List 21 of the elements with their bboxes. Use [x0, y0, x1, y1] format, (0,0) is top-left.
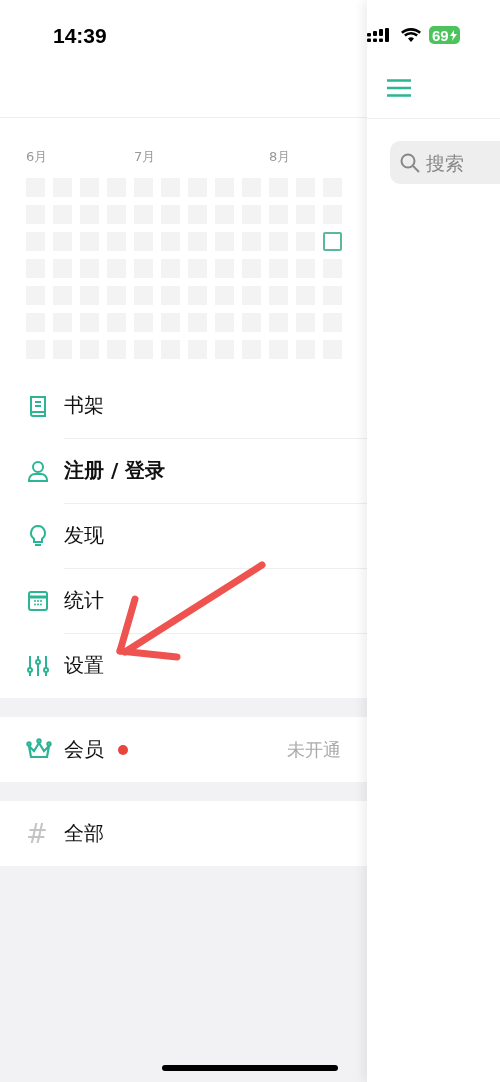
month-label: 7月 — [134, 148, 156, 166]
menu-item[interactable]: 会员 未开通 — [0, 717, 367, 782]
menu-label: 书架 — [64, 391, 104, 419]
search-field[interactable]: 搜索 — [390, 141, 500, 184]
month-label: 6月 — [26, 148, 48, 166]
status-time: 14:39 — [53, 24, 107, 48]
menu-item[interactable]: 设置 — [0, 633, 367, 698]
battery-indicator: 69 — [429, 26, 460, 44]
hash-icon: # — [26, 820, 52, 847]
menu-label: 统计 — [64, 586, 104, 614]
menu-label: 设置 — [64, 652, 104, 679]
month-label: 8月 — [269, 148, 291, 166]
menu-label: 会员 — [64, 736, 104, 763]
sliders-icon — [26, 653, 52, 678]
membership-status: 未开通 — [287, 737, 341, 762]
menu-label: 注册 / 登录 — [64, 456, 166, 484]
menu-label: 发现 — [64, 521, 104, 549]
wifi-icon — [401, 28, 421, 42]
menu-label: 全部 — [64, 820, 104, 847]
menu-item[interactable]: # 全部 — [0, 801, 367, 866]
menu-icon[interactable] — [387, 79, 411, 97]
